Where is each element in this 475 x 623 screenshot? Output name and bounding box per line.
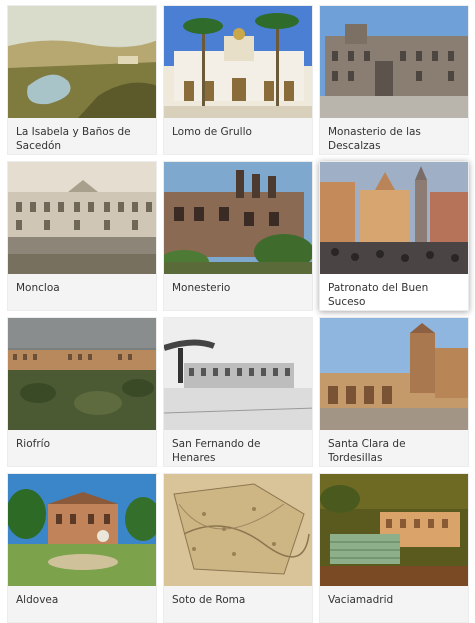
- gallery-card[interactable]: Moncloa: [7, 161, 157, 311]
- thumbnail-image: [8, 474, 156, 586]
- card-title: Moncloa: [16, 282, 60, 294]
- gallery-card[interactable]: Lomo de Grullo: [163, 5, 313, 155]
- card-title: Patronato del Buen Suceso: [328, 282, 429, 308]
- gallery-card[interactable]: Monasterio de las Descalzas: [319, 5, 469, 155]
- card-title: Riofrío: [16, 438, 50, 450]
- thumbnail-image: [320, 162, 468, 274]
- thumbnail-image: [320, 6, 468, 118]
- thumbnail-image: [164, 318, 312, 430]
- gallery-card[interactable]: Monesterio: [163, 161, 313, 311]
- thumbnail-image: [8, 318, 156, 430]
- card-title: Soto de Roma: [172, 594, 246, 606]
- gallery-card[interactable]: Santa Clara de Tordesillas: [319, 317, 469, 467]
- thumbnail-image: [8, 6, 156, 118]
- gallery-grid: La Isabela y Baños de Sacedón Lomo de Gr…: [7, 5, 469, 623]
- thumbnail-image: [8, 162, 156, 274]
- card-title: Monasterio de las Descalzas: [328, 126, 421, 152]
- gallery-card[interactable]: Aldovea: [7, 473, 157, 623]
- card-title: Vaciamadrid: [328, 594, 394, 606]
- card-title: Lomo de Grullo: [172, 126, 252, 138]
- gallery-card[interactable]: Soto de Roma: [163, 473, 313, 623]
- card-title: Aldovea: [16, 594, 59, 606]
- card-title: Monesterio: [172, 282, 231, 294]
- card-title: Santa Clara de Tordesillas: [328, 438, 406, 464]
- thumbnail-image: [164, 474, 312, 586]
- gallery-card[interactable]: La Isabela y Baños de Sacedón: [7, 5, 157, 155]
- thumbnail-image: [164, 162, 312, 274]
- thumbnail-image: [320, 318, 468, 430]
- gallery-card[interactable]: Vaciamadrid: [319, 473, 469, 623]
- gallery-card-active[interactable]: Patronato del Buen Suceso: [319, 161, 469, 311]
- thumbnail-image: [320, 474, 468, 586]
- gallery-card[interactable]: Riofrío: [7, 317, 157, 467]
- gallery-card[interactable]: San Fernando de Henares: [163, 317, 313, 467]
- card-title: La Isabela y Baños de Sacedón: [16, 126, 131, 152]
- thumbnail-image: [164, 6, 312, 118]
- card-title: San Fernando de Henares: [172, 438, 261, 464]
